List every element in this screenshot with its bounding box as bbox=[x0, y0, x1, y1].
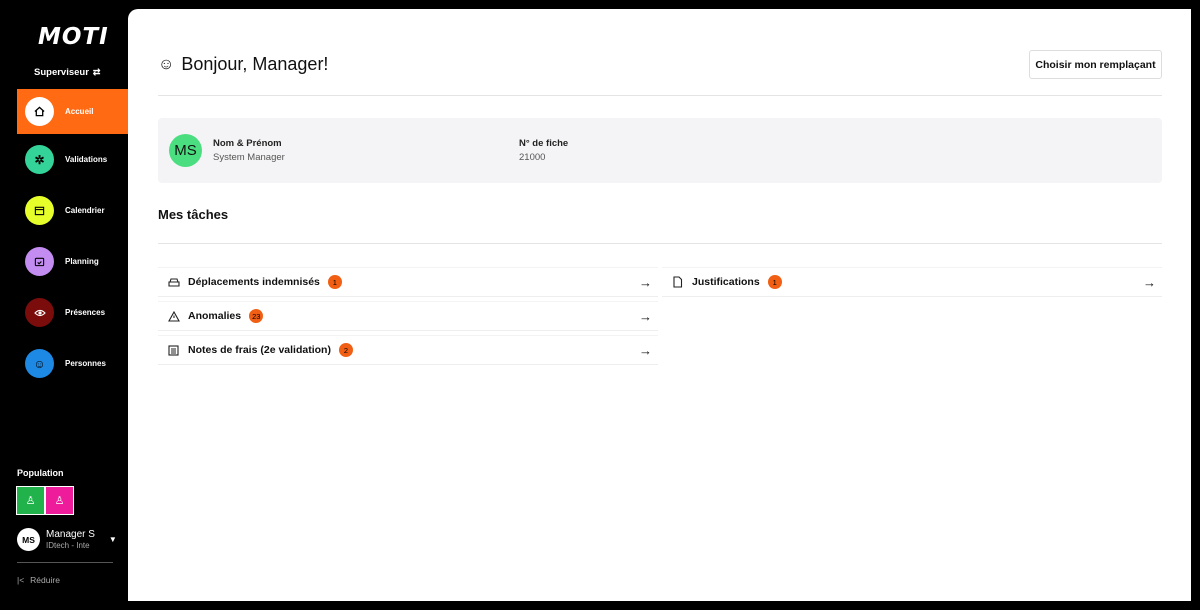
population-label: Population bbox=[17, 468, 64, 478]
sidebar-item-personnes[interactable]: ☺ Personnes bbox=[17, 338, 128, 389]
avatar: MS bbox=[169, 134, 202, 167]
count-badge: 2 bbox=[338, 343, 353, 357]
tasks-title: Mes tâches bbox=[158, 207, 229, 222]
sidebar-item-label: Présences bbox=[65, 308, 106, 317]
app-window: MOTI Superviseur ⇄ Accueil ✲ Validations… bbox=[0, 0, 1200, 610]
sidebar-item-label: Validations bbox=[65, 155, 108, 164]
sidebar: MOTI Superviseur ⇄ Accueil ✲ Validations… bbox=[0, 0, 128, 610]
population-button-green[interactable]: ♙ bbox=[16, 486, 45, 515]
user-menu[interactable]: MS Manager S IDtech - Inte ▼ bbox=[17, 528, 117, 551]
reduce-label: Réduire bbox=[30, 575, 60, 585]
count-badge: 1 bbox=[767, 275, 782, 289]
arrow-right-icon: → bbox=[639, 342, 652, 358]
page-title: ☺ Bonjour, Manager! bbox=[158, 54, 328, 75]
choose-replacement-button[interactable]: Choisir mon remplaçant bbox=[1029, 50, 1162, 79]
avatar: MS bbox=[17, 528, 40, 551]
greeting-text: Bonjour, Manager! bbox=[181, 54, 329, 74]
collapse-icon: |< bbox=[17, 575, 25, 585]
swap-icon: ⇄ bbox=[92, 67, 101, 77]
eye-icon bbox=[25, 298, 54, 327]
role-label: Superviseur bbox=[34, 67, 89, 78]
sidebar-item-planning[interactable]: Planning bbox=[17, 236, 128, 287]
sidebar-item-label: Planning bbox=[65, 257, 99, 266]
sidebar-item-presences[interactable]: Présences bbox=[17, 287, 128, 338]
home-icon bbox=[25, 97, 54, 126]
task-label: Justifications bbox=[692, 276, 760, 288]
name-label: Nom & Prénom bbox=[213, 138, 282, 149]
warning-icon bbox=[168, 310, 182, 322]
divider bbox=[17, 562, 113, 563]
person-icon: ♙ bbox=[54, 495, 65, 507]
car-icon bbox=[168, 277, 182, 288]
caret-down-icon: ▼ bbox=[108, 535, 117, 544]
sidebar-item-validations[interactable]: ✲ Validations bbox=[17, 134, 128, 185]
arrow-right-icon: → bbox=[1143, 274, 1156, 290]
sidebar-item-label: Accueil bbox=[65, 107, 94, 116]
arrow-right-icon: → bbox=[639, 308, 652, 324]
role-switcher[interactable]: Superviseur ⇄ bbox=[34, 67, 100, 78]
smile-icon: ☺ bbox=[158, 55, 175, 73]
calendar-icon bbox=[25, 196, 54, 225]
logo: MOTI bbox=[38, 24, 109, 50]
task-item-justifications[interactable]: Justifications 1 → bbox=[662, 267, 1162, 297]
main-content: ☺ Bonjour, Manager! Choisir mon remplaça… bbox=[128, 9, 1191, 601]
file-number-label: N° de fiche bbox=[519, 138, 569, 149]
file-number-value: 21000 bbox=[519, 152, 546, 163]
arrow-right-icon: → bbox=[639, 274, 652, 290]
task-label: Notes de frais (2e validation) bbox=[188, 344, 331, 356]
profile-card: MS Nom & Prénom System Manager N° de fic… bbox=[158, 118, 1162, 183]
count-badge: 1 bbox=[327, 275, 342, 289]
task-item-anomalies[interactable]: Anomalies 23 → bbox=[158, 301, 658, 331]
asterisk-icon: ✲ bbox=[25, 145, 54, 174]
document-icon bbox=[672, 276, 686, 288]
task-item-deplacements[interactable]: Déplacements indemnisés 1 → bbox=[158, 267, 658, 297]
sidebar-item-calendrier[interactable]: Calendrier bbox=[17, 185, 128, 236]
divider bbox=[158, 95, 1162, 96]
sidebar-item-label: Calendrier bbox=[65, 206, 105, 215]
user-name: Manager S bbox=[46, 529, 95, 540]
task-item-notes-de-frais[interactable]: Notes de frais (2e validation) 2 → bbox=[158, 335, 658, 365]
name-value: System Manager bbox=[213, 152, 285, 163]
user-org: IDtech - Inte bbox=[46, 541, 90, 550]
person-icon: ♙ bbox=[25, 495, 36, 507]
divider bbox=[158, 243, 1162, 244]
population-toggles: ♙ ♙ bbox=[16, 486, 74, 515]
list-icon bbox=[168, 344, 182, 356]
sidebar-nav: Accueil ✲ Validations Calendrier Plannin… bbox=[17, 89, 128, 389]
task-label: Anomalies bbox=[188, 310, 242, 322]
task-label: Déplacements indemnisés bbox=[188, 276, 320, 288]
population-button-pink[interactable]: ♙ bbox=[45, 486, 74, 515]
sidebar-item-label: Personnes bbox=[65, 359, 106, 368]
face-icon: ☺ bbox=[25, 349, 54, 378]
reduce-button[interactable]: |< Réduire bbox=[17, 575, 60, 585]
sidebar-item-accueil[interactable]: Accueil bbox=[17, 89, 128, 134]
count-badge: 23 bbox=[249, 309, 264, 323]
planning-icon bbox=[25, 247, 54, 276]
